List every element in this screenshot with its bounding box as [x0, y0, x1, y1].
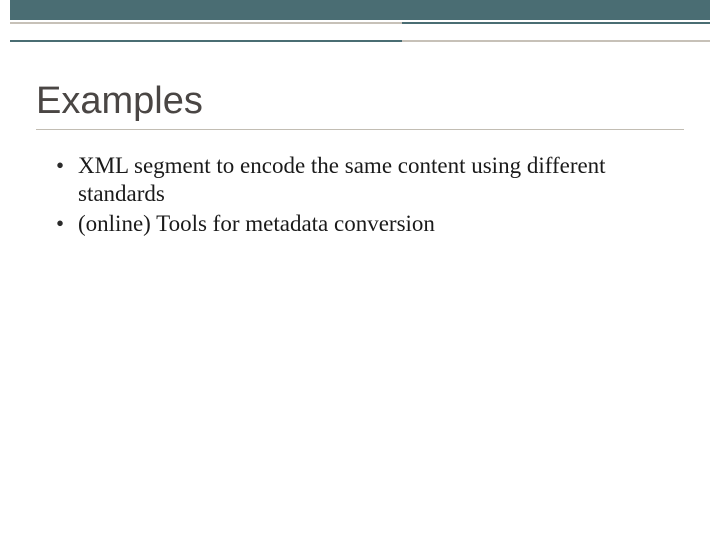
header-bar	[10, 0, 710, 20]
slide: Examples XML segment to encode the same …	[0, 0, 720, 540]
slide-body: XML segment to encode the same content u…	[50, 152, 670, 238]
title-underline	[36, 129, 684, 130]
header-rule-lower	[10, 40, 710, 42]
bullet-item: (online) Tools for metadata conversion	[50, 210, 670, 238]
header-rule-upper	[10, 22, 710, 28]
bullet-item: XML segment to encode the same content u…	[50, 152, 670, 208]
slide-title: Examples	[36, 80, 720, 123]
